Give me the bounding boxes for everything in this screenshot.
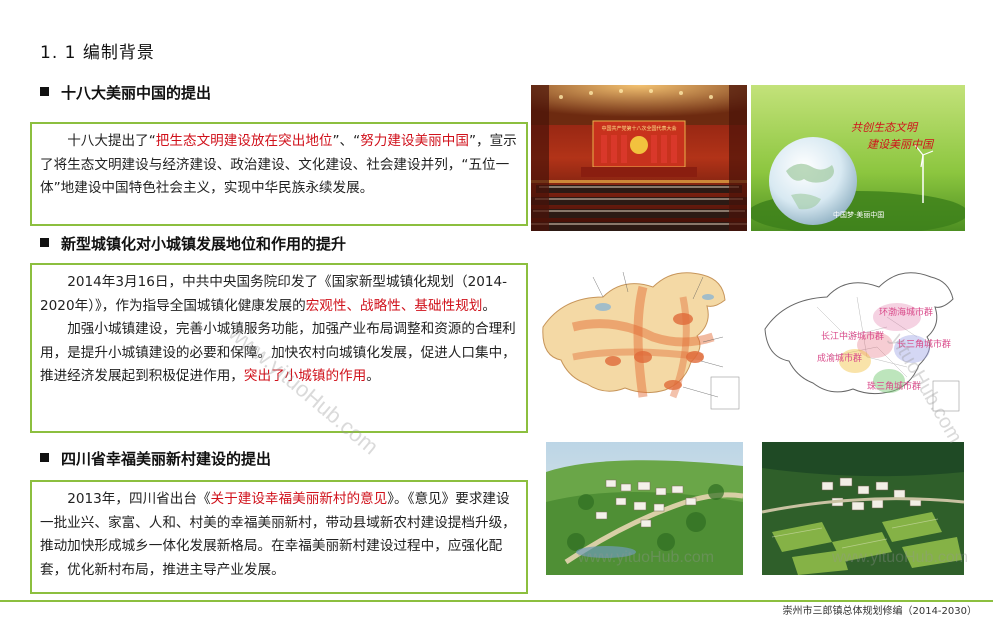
- section-heading-text: 新型城镇化对小城镇发展地位和作用的提升: [61, 235, 347, 253]
- cluster-label-bohai: 环渤海城市群: [879, 306, 933, 318]
- section-heading-1: 十八大美丽中国的提出: [40, 82, 211, 103]
- section-heading-2: 新型城镇化对小城镇发展地位和作用的提升: [40, 233, 346, 254]
- watermark-2: www.yituoHub.com: [832, 549, 969, 566]
- cluster-label-chengyu: 成渝城市群: [817, 352, 862, 364]
- section-heading-text: 十八大美丽中国的提出: [61, 84, 212, 102]
- highlighted-text: 宏观性、战略性、基础性规划: [305, 297, 483, 314]
- congress-banner-text: 中国共产党第十八次全国代表大会: [601, 125, 676, 132]
- paragraph: 十八大提出了“把生态文明建设放在突出地位”、“努力建设美丽中国”，宣示了将生态文…: [40, 130, 520, 201]
- beautiful-china-globe-photo: 共创生态文明 建设美丽中国 中国梦·美丽中国: [751, 85, 965, 231]
- section-heading-text: 四川省幸福美丽新村建设的提出: [61, 450, 272, 468]
- globe-slogan-2: 建设美丽中国: [867, 138, 935, 151]
- section-heading-3: 四川省幸福美丽新村建设的提出: [40, 448, 271, 469]
- square-bullet-icon: [40, 453, 49, 462]
- section-text-box-1: 十八大提出了“把生态文明建设放在突出地位”、“努力建设美丽中国”，宣示了将生态文…: [30, 122, 528, 226]
- section-text-box-3: 2013年，四川省出台《关于建设幸福美丽新村的意见》。《意见》要求建设一批业兴、…: [30, 480, 528, 594]
- globe-slogan-1: 共创生态文明: [851, 121, 919, 134]
- footer-project-title: 崇州市三郎镇总体规划修编（2014-2030）: [782, 606, 977, 617]
- highlighted-text: 努力建设美丽中国: [360, 133, 469, 149]
- congress-hall-photo: 中国共产党第十八次全国代表大会: [531, 85, 747, 231]
- watermark-1: www.yituoHub.com: [578, 549, 715, 566]
- highlighted-text: 关于建设幸福美丽新村的意见: [210, 491, 388, 507]
- square-bullet-icon: [40, 87, 49, 96]
- body-text: 2013年，四川省出台《: [67, 491, 211, 507]
- section-text-box-2: 2014年3月16日，中共中央国务院印发了《国家新型城镇化规划（2014-202…: [30, 263, 528, 433]
- globe-logo-text: 中国梦·美丽中国: [833, 210, 884, 219]
- cluster-label-yangtze-middle: 长江中游城市群: [821, 330, 884, 342]
- urbanization-plan-map: [533, 257, 751, 417]
- square-bullet-icon: [40, 238, 49, 247]
- paragraph: 2013年，四川省出台《关于建设幸福美丽新村的意见》。《意见》要求建设一批业兴、…: [40, 488, 520, 582]
- body-text: ”、“: [332, 133, 361, 149]
- body-text: 。: [482, 297, 496, 314]
- paragraph: 2014年3月16日，中共中央国务院印发了《国家新型城镇化规划（2014-202…: [40, 271, 520, 318]
- body-text: 十八大提出了“: [67, 133, 156, 149]
- page-title: 1. 1 编制背景: [40, 43, 155, 63]
- body-text: 。: [366, 368, 380, 384]
- highlighted-text: 把生态文明建设放在突出地位: [155, 133, 333, 149]
